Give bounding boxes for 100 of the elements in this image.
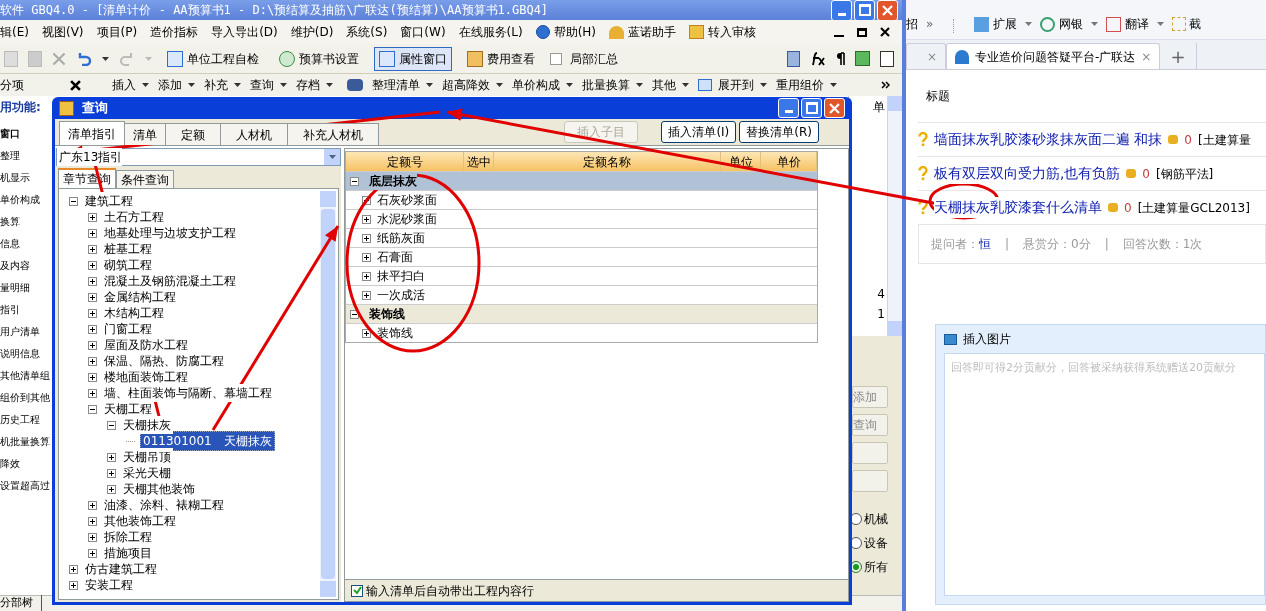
expand-icon[interactable]	[88, 548, 97, 558]
maximize-icon[interactable]	[854, 0, 875, 21]
question-link[interactable]: 天棚抹灰乳胶漆套什么清单	[934, 197, 1102, 218]
scrollbar[interactable]	[887, 96, 902, 336]
menu-item[interactable]: 蓝诺助手	[609, 23, 677, 41]
browser-tab[interactable]: 专业造价问题答疑平台-广联达 ×	[946, 43, 1161, 69]
toolbar-dropdown[interactable]: 整理清单	[372, 76, 433, 94]
sidebar-item[interactable]: 说明信息	[0, 342, 52, 364]
table-cell[interactable]: 石膏面	[377, 248, 413, 266]
expand-icon[interactable]	[362, 328, 371, 338]
sidebar-item[interactable]: 及内容	[0, 254, 52, 276]
overflow-icon[interactable]	[881, 81, 890, 89]
sidebar-item[interactable]: 组价到其他	[0, 386, 52, 408]
table-cell[interactable]: 抹平扫白	[377, 267, 425, 285]
sidebar-item[interactable]: 机批量换算	[0, 430, 52, 452]
sidebar-item[interactable]: 指引	[0, 298, 52, 320]
function-icon[interactable]	[810, 51, 826, 66]
table-cell[interactable]: 纸筋灰面	[377, 229, 425, 247]
expand-icon[interactable]	[107, 484, 116, 494]
toolbar-dropdown[interactable]: 查询	[250, 76, 287, 94]
toolbar-dropdown[interactable]: 添加	[158, 76, 195, 94]
expand-icon[interactable]	[107, 452, 116, 462]
toolbar-dropdown[interactable]: 网银	[1040, 15, 1099, 33]
expand-icon[interactable]	[88, 516, 97, 526]
expand-icon[interactable]	[69, 564, 78, 574]
group-row[interactable]: 底层抹灰	[346, 171, 817, 190]
menu-item[interactable]: 窗口(W)	[400, 23, 446, 41]
checkbox[interactable]	[550, 52, 562, 65]
collapse-icon[interactable]	[69, 196, 78, 206]
toolbar-button[interactable]: 费用查看	[462, 46, 540, 71]
tree-item[interactable]: 油漆、涂料、裱糊工程	[102, 496, 226, 514]
sidebar-item[interactable]: 换算	[0, 210, 52, 232]
toolbar-button[interactable]: 单位工程自检	[162, 46, 264, 71]
toolbar-dropdown[interactable]: 单价构成	[512, 76, 573, 94]
menu-item[interactable]: 项目(P)	[96, 23, 138, 41]
expand-icon[interactable]	[362, 214, 371, 224]
toolbar-dropdown[interactable]: 重用组价	[776, 76, 837, 94]
dialog-button[interactable]: 插入清单(I)	[661, 121, 737, 143]
insert-image-button[interactable]: 插入图片	[944, 331, 1265, 347]
dialog-button[interactable]: 替换清单(R)	[739, 121, 819, 143]
more-button[interactable]: »	[926, 15, 934, 33]
restore-icon[interactable]	[857, 27, 867, 37]
tree-item[interactable]: 011301001 天棚抹灰	[140, 431, 275, 451]
toolbar-dropdown[interactable]: 扩展	[974, 15, 1033, 33]
expand-icon[interactable]	[107, 468, 116, 478]
sidebar-item[interactable]: 设置超高过	[0, 474, 52, 496]
question-link[interactable]: 板有双层双向受力筋,也有负筋	[934, 163, 1121, 184]
expand-icon[interactable]	[362, 271, 371, 281]
sidebar-item[interactable]: 历史工程	[0, 408, 52, 430]
menu-item[interactable]: 维护(D)	[290, 23, 334, 41]
sidebar-item[interactable]: 信息	[0, 232, 52, 254]
sidebar-item[interactable]: 单价构成	[0, 188, 52, 210]
toolbar-button[interactable]: 截	[1172, 15, 1202, 33]
close-icon[interactable]	[880, 27, 890, 37]
new-tab-button[interactable]: +	[1160, 43, 1197, 69]
table-cell[interactable]: 水泥砂浆面	[377, 210, 437, 228]
sidebar-item[interactable]: 用户清单	[0, 320, 52, 342]
sidebar-item[interactable]: 降效	[0, 452, 52, 474]
menu-item[interactable]: 视图(V)	[41, 23, 84, 41]
close-icon[interactable]	[70, 79, 81, 91]
menu-item[interactable]: 系统(S)	[346, 23, 388, 41]
expand-icon[interactable]	[362, 233, 371, 243]
tree-item[interactable]: 其他装饰工程	[102, 512, 178, 530]
menu-item[interactable]: 造价指标	[150, 23, 199, 41]
table-cell[interactable]: 石灰砂浆面	[377, 191, 437, 209]
toolbar-dropdown[interactable]: 批量换算	[582, 76, 643, 94]
toolbar-dropdown[interactable]: 其他	[652, 76, 689, 94]
toolbar-dropdown[interactable]: 展开到	[698, 76, 767, 94]
tree-item[interactable]: 安装工程	[83, 576, 135, 594]
paragraph-icon[interactable]	[836, 52, 845, 65]
menu-item[interactable]: 转入审核	[689, 23, 757, 41]
toolbar-dropdown[interactable]: 补充	[204, 76, 241, 94]
menu-item[interactable]: 辑(E)	[0, 23, 29, 41]
sidebar-item[interactable]: 量明细	[0, 276, 52, 298]
expand-icon[interactable]	[362, 195, 371, 205]
panel-tab[interactable]: 分项	[0, 76, 70, 94]
expand-icon[interactable]	[362, 252, 371, 262]
toolbar-button[interactable]: 预算书设置	[274, 46, 364, 71]
sidebar-item[interactable]: 其他清单组	[0, 364, 52, 386]
expand-icon[interactable]	[88, 532, 97, 542]
undo-icon[interactable]	[76, 51, 92, 66]
scrollbar[interactable]	[320, 191, 336, 597]
table-cell[interactable]: 装饰线	[377, 324, 413, 342]
toolbar-dropdown[interactable]: 超高降效	[442, 76, 503, 94]
expand-icon[interactable]	[88, 500, 97, 510]
sidebar-item[interactable]: 窗口	[0, 122, 52, 144]
group-row[interactable]: 装饰线	[346, 304, 817, 323]
minimize-icon[interactable]	[831, 0, 852, 21]
menu-item[interactable]: 导入导出(D)	[211, 23, 278, 41]
menu-item[interactable]: 在线服务(L)	[458, 23, 523, 41]
sidebar-item[interactable]: 机显示	[0, 166, 52, 188]
menu-item[interactable]: 帮助(H)	[535, 23, 597, 41]
toolbar-dropdown[interactable]: 插入	[112, 76, 149, 94]
bottom-tab[interactable]: 分部树	[0, 595, 42, 611]
expand-icon[interactable]	[362, 290, 371, 300]
expand-icon[interactable]	[69, 580, 78, 590]
question-link[interactable]: 墙面抹灰乳胶漆砂浆抹灰面二遍 和抹	[934, 129, 1163, 150]
collapse-icon[interactable]	[350, 176, 359, 186]
auto-content-checkbox[interactable]: 输入清单后自动带出工程内容行	[345, 579, 848, 601]
minimize-icon[interactable]	[778, 98, 799, 118]
